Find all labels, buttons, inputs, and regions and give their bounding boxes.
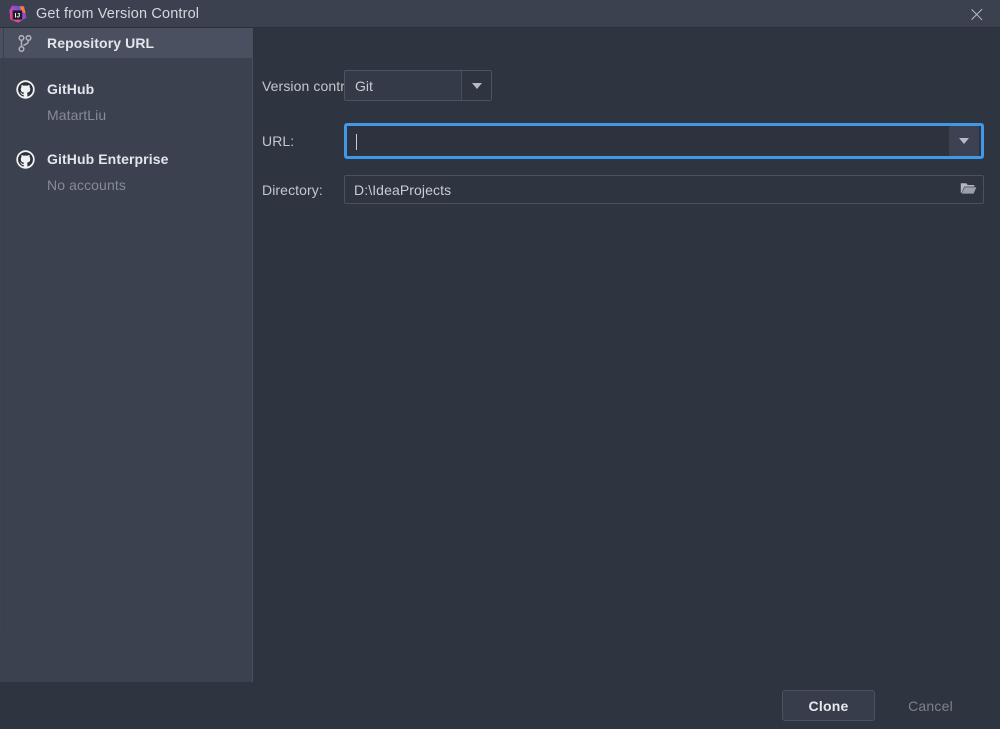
cancel-button[interactable]: Cancel	[884, 690, 977, 721]
sidebar-item-repository-url[interactable]: Repository URL	[0, 28, 252, 58]
url-combo[interactable]	[347, 126, 981, 156]
text-caret	[356, 133, 357, 150]
url-input[interactable]	[348, 132, 949, 150]
source-list-sidebar: Repository URL GitHub MatartLiu GitHub E…	[0, 28, 253, 682]
github-icon	[14, 149, 36, 169]
url-field-focus-ring	[344, 123, 984, 159]
version-control-value: Git	[355, 77, 373, 94]
clone-button[interactable]: Clone	[782, 690, 875, 721]
sidebar-item-github-enterprise-accounts: No accounts	[47, 177, 126, 193]
version-control-label: Version control:	[262, 77, 361, 94]
sidebar-item-github-enterprise[interactable]: GitHub Enterprise	[0, 146, 252, 172]
svg-text:IJ: IJ	[15, 12, 21, 19]
main-form-panel: Version control: Git URL: Directory: D:\…	[253, 28, 1000, 682]
window-title: Get from Version Control	[36, 5, 200, 22]
chevron-down-icon	[959, 138, 969, 144]
folder-icon	[960, 181, 977, 199]
version-control-dropdown-button[interactable]	[461, 71, 491, 100]
window-edge-divider	[3, 28, 4, 635]
git-branch-icon	[14, 33, 36, 53]
sidebar-item-github-account[interactable]: MatartLiu	[0, 102, 252, 128]
directory-row: Directory: D:\IdeaProjects	[262, 175, 984, 204]
get-from-version-control-dialog: IJ Get from Version Control Repository U…	[0, 0, 1000, 729]
close-button[interactable]	[954, 0, 1000, 28]
version-control-select[interactable]: Git	[344, 70, 492, 101]
chevron-down-icon	[471, 82, 482, 89]
version-control-row: Version control: Git	[262, 70, 492, 101]
directory-browse-button[interactable]	[953, 176, 983, 203]
url-dropdown-button[interactable]	[949, 126, 979, 156]
directory-input[interactable]: D:\IdeaProjects	[345, 182, 953, 198]
sidebar-item-label: GitHub	[47, 81, 95, 97]
title-bar: IJ Get from Version Control	[0, 0, 1000, 28]
dialog-body: Repository URL GitHub MatartLiu GitHub E…	[0, 28, 1000, 682]
intellij-idea-logo-icon: IJ	[9, 5, 27, 23]
url-label: URL:	[262, 133, 295, 149]
github-icon	[14, 79, 36, 99]
dialog-footer: Clone Cancel	[0, 682, 1000, 729]
directory-field[interactable]: D:\IdeaProjects	[344, 175, 984, 204]
sidebar-item-label: Repository URL	[47, 35, 155, 51]
close-icon	[970, 7, 985, 22]
url-row: URL:	[262, 123, 984, 159]
sidebar-item-github[interactable]: GitHub	[0, 76, 252, 102]
sidebar-item-label: GitHub Enterprise	[47, 151, 169, 167]
directory-label: Directory:	[262, 181, 323, 198]
